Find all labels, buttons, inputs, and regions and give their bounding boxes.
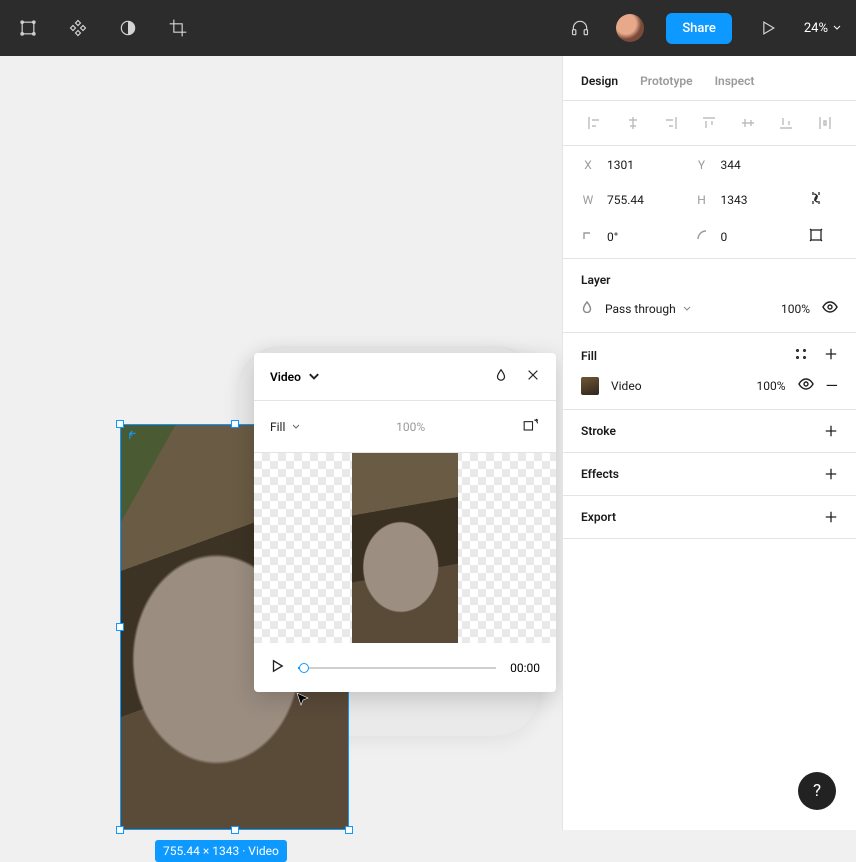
canvas[interactable]: 755.44 × 1343 · Video Video Fill 100% (0, 56, 562, 830)
frame-tool-icon[interactable] (14, 14, 42, 42)
timeline-slider[interactable] (298, 667, 496, 669)
export-section[interactable]: Export (563, 496, 856, 539)
rotation-icon (581, 229, 595, 244)
align-bottom-icon[interactable] (769, 111, 803, 135)
chevron-down-icon (682, 304, 692, 314)
fill-opacity[interactable]: 100% (756, 379, 785, 393)
x-label: X (581, 158, 595, 172)
y-label: Y (695, 158, 709, 172)
close-icon[interactable] (526, 367, 540, 386)
x-value[interactable]: 1301 (607, 158, 634, 172)
dimensions-badge: 755.44 × 1343 · Video (155, 840, 287, 862)
avatar[interactable] (616, 14, 644, 42)
h-label: H (695, 193, 709, 207)
flyout-opacity[interactable]: 100% (309, 420, 512, 434)
resize-handle[interactable] (231, 826, 239, 834)
crop-tool-icon[interactable] (164, 14, 192, 42)
align-vcenter-icon[interactable] (731, 111, 765, 135)
effects-section[interactable]: Effects (563, 453, 856, 496)
flyout-title: Video (270, 370, 301, 384)
stroke-section[interactable]: Stroke (563, 410, 856, 453)
time-display: 00:00 (510, 661, 540, 675)
add-fill-icon[interactable] (824, 347, 838, 364)
rotation-value[interactable]: 0° (607, 230, 618, 244)
radius-value[interactable]: 0 (721, 230, 728, 244)
transform-section: X 1301 Y 344 W 755.44 H 1343 0° 0 (563, 146, 856, 259)
zoom-dropdown[interactable]: 24% (804, 21, 842, 36)
resize-handle[interactable] (116, 826, 124, 834)
top-toolbar: Share 24% (0, 0, 856, 56)
fill-section: Fill Video 100% — (563, 333, 856, 410)
blend-mode-dropdown[interactable]: Pass through (605, 302, 769, 316)
video-preview[interactable] (254, 453, 556, 643)
stroke-title: Stroke (581, 424, 616, 438)
blend-mode-icon[interactable] (494, 367, 508, 386)
component-tool-icon[interactable] (64, 14, 92, 42)
help-button[interactable]: ? (798, 772, 836, 810)
add-effect-icon[interactable] (824, 467, 838, 481)
tab-prototype[interactable]: Prototype (640, 74, 693, 88)
effects-title: Effects (581, 467, 619, 481)
radius-icon (695, 229, 709, 244)
align-right-icon[interactable] (654, 111, 688, 135)
cursor-icon (296, 691, 310, 710)
blend-mode-label: Pass through (605, 302, 676, 316)
w-value[interactable]: 755.44 (607, 193, 644, 207)
y-value[interactable]: 344 (721, 158, 741, 172)
visibility-icon[interactable] (822, 299, 838, 318)
play-button[interactable] (270, 659, 284, 676)
h-value[interactable]: 1343 (721, 193, 748, 207)
expand-radius-icon[interactable] (808, 227, 838, 246)
layer-title: Layer (581, 273, 611, 287)
fill-item-label[interactable]: Video (611, 379, 744, 393)
align-hcenter-icon[interactable] (615, 111, 649, 135)
w-label: W (581, 193, 595, 207)
share-button[interactable]: Share (666, 13, 732, 44)
resize-handle[interactable] (345, 826, 353, 834)
resize-handle[interactable] (231, 420, 239, 428)
chevron-down-icon (307, 370, 321, 384)
tab-inspect[interactable]: Inspect (715, 74, 755, 88)
export-title: Export (581, 510, 616, 524)
mask-tool-icon[interactable] (114, 14, 142, 42)
present-icon[interactable] (754, 14, 782, 42)
fill-style-icon[interactable] (794, 347, 808, 364)
flyout-title-dropdown[interactable]: Video (270, 370, 321, 384)
timeline-knob[interactable] (299, 663, 309, 673)
add-export-icon[interactable] (824, 510, 838, 524)
fill-visibility-icon[interactable] (798, 376, 814, 395)
panel-tabs: Design Prototype Inspect (563, 56, 856, 101)
rotate-crop-icon[interactable] (520, 415, 540, 438)
layer-opacity[interactable]: 100% (781, 302, 810, 316)
tab-design[interactable]: Design (581, 74, 618, 88)
zoom-value: 24% (804, 21, 828, 36)
fill-mode-dropdown[interactable]: Fill (270, 420, 301, 434)
add-stroke-icon[interactable] (824, 424, 838, 438)
chevron-down-icon (291, 422, 301, 432)
blend-drop-icon[interactable] (581, 301, 593, 316)
video-fill-panel: Video Fill 100% (254, 353, 556, 692)
align-top-icon[interactable] (692, 111, 726, 135)
layer-section: Layer Pass through 100% (563, 259, 856, 333)
distribute-icon[interactable] (808, 111, 842, 135)
align-left-icon[interactable] (577, 111, 611, 135)
alignment-row (563, 101, 856, 146)
resize-handle[interactable] (116, 623, 124, 631)
right-panel: Design Prototype Inspect X 1301 Y 344 W 755… (562, 56, 856, 830)
fill-title: Fill (581, 349, 597, 363)
constrain-proportions-icon[interactable] (808, 190, 838, 209)
transform-origin-icon (129, 430, 139, 443)
chevron-down-icon (832, 23, 842, 33)
headphones-icon[interactable] (566, 14, 594, 42)
video-thumbnail (352, 453, 458, 643)
fill-mode-label: Fill (270, 420, 285, 434)
resize-handle[interactable] (116, 420, 124, 428)
fill-swatch[interactable] (581, 377, 599, 395)
